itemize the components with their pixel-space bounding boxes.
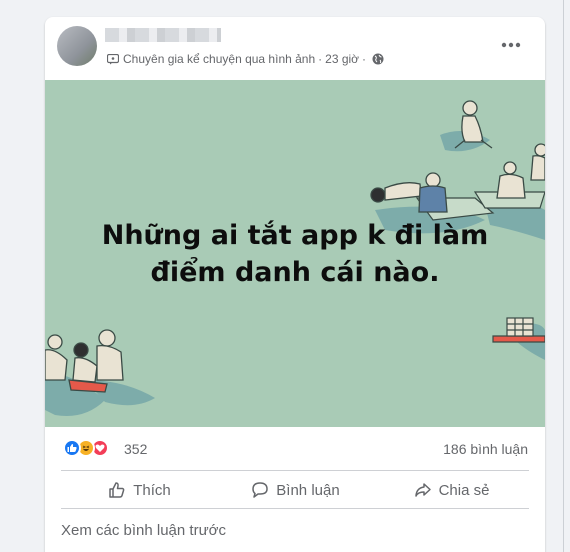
comment-button[interactable]: Bình luận (217, 472, 373, 508)
author-name-blurred[interactable] (105, 28, 221, 42)
like-label: Thích (133, 481, 171, 499)
meta-separator: · (318, 52, 323, 66)
comment-label: Bình luận (276, 481, 340, 499)
group-label[interactable]: Chuyên gia kể chuyện qua hình ảnh (123, 52, 315, 66)
more-dots-icon (501, 42, 521, 48)
divider-bottom (61, 508, 529, 509)
post-card: Chuyên gia kể chuyện qua hình ảnh · 23 g… (45, 17, 545, 552)
meta-separator-2: · (362, 52, 367, 66)
post-caption: Những ai tắt app k đi làm điểm danh cái … (45, 217, 545, 291)
group-badge-icon (107, 53, 119, 64)
post-stats: 352 186 bình luận (45, 427, 545, 471)
like-icon (63, 439, 81, 457)
comment-bubble-icon (252, 482, 269, 498)
thumb-up-icon (109, 482, 125, 498)
share-label: Chia sẻ (438, 481, 490, 499)
more-options-button[interactable] (497, 35, 525, 55)
post-meta: Chuyên gia kể chuyện qua hình ảnh · 23 g… (107, 51, 384, 67)
comment-count[interactable]: 186 bình luận (443, 441, 528, 457)
post-header: Chuyên gia kể chuyện qua hình ảnh · 23 g… (45, 17, 545, 81)
share-button[interactable]: Chia sẻ (373, 472, 529, 508)
globe-icon (372, 53, 384, 65)
avatar[interactable] (57, 26, 97, 66)
view-previous-comments-link[interactable]: Xem các bình luận trước (61, 522, 226, 539)
reaction-icons[interactable] (63, 439, 109, 457)
divider-top (61, 470, 529, 471)
share-arrow-icon (414, 483, 431, 497)
post-time[interactable]: 23 giờ (325, 52, 359, 66)
scrollbar-edge (563, 0, 564, 552)
post-image[interactable]: Những ai tắt app k đi làm điểm danh cái … (45, 80, 545, 427)
reaction-count[interactable]: 352 (124, 441, 147, 457)
like-button[interactable]: Thích (61, 472, 217, 508)
caption-line-2: điểm danh cái nào. (150, 257, 440, 288)
post-actions: Thích Bình luận Chia sẻ (61, 472, 529, 508)
caption-line-1: Những ai tắt app k đi làm (101, 220, 489, 251)
